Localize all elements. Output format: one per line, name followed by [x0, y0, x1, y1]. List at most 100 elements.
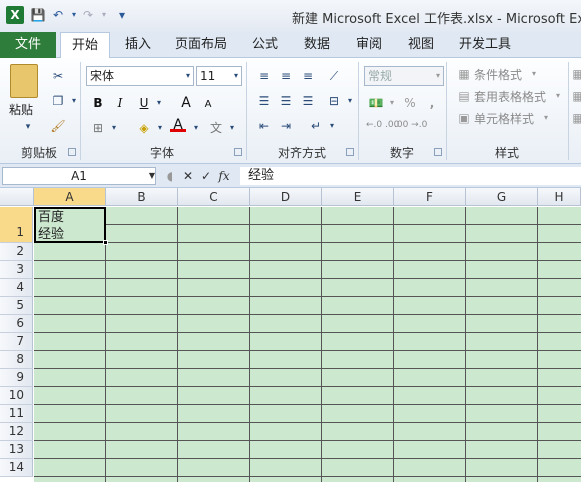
- delete-cells-icon[interactable]: ▦: [570, 88, 581, 104]
- tab-view[interactable]: 视图: [400, 32, 442, 58]
- paste-icon[interactable]: [10, 64, 38, 98]
- cell-styles-icon[interactable]: ▣: [456, 110, 472, 126]
- column-header[interactable]: C: [178, 188, 250, 206]
- column-header[interactable]: G: [466, 188, 538, 206]
- column-header[interactable]: E: [322, 188, 394, 206]
- row-header[interactable]: 7: [0, 333, 33, 351]
- format-painter-icon[interactable]: 🖌: [50, 118, 66, 134]
- italic-icon[interactable]: I: [112, 95, 128, 111]
- currency-icon[interactable]: 💵: [368, 95, 384, 111]
- phonetic-icon[interactable]: 文: [208, 120, 224, 136]
- tab-developer[interactable]: 开发工具: [452, 32, 518, 58]
- increase-font-icon[interactable]: A: [178, 95, 194, 111]
- wrap-text-icon[interactable]: ↵: [308, 118, 324, 134]
- alignment-launcher-icon[interactable]: [346, 148, 354, 156]
- phonetic-dropdown-icon[interactable]: ▾: [224, 120, 240, 136]
- align-left-icon[interactable]: ☰: [256, 93, 272, 109]
- save-icon[interactable]: 💾: [30, 7, 46, 23]
- clipboard-launcher-icon[interactable]: [68, 148, 76, 156]
- format-cells-icon[interactable]: ▦: [570, 110, 581, 126]
- row-header[interactable]: 6: [0, 315, 33, 333]
- copy-icon[interactable]: ❐: [50, 93, 66, 109]
- font-size-dropdown-icon[interactable]: ▾: [228, 68, 244, 84]
- enter-icon[interactable]: ✓: [198, 168, 214, 184]
- cancel-icon[interactable]: ✕: [180, 168, 196, 184]
- select-all-corner[interactable]: [0, 188, 34, 206]
- column-header[interactable]: H: [538, 188, 581, 206]
- column-header[interactable]: B: [106, 188, 178, 206]
- tab-file[interactable]: 文件: [0, 32, 56, 58]
- borders-icon[interactable]: ⊞: [90, 120, 106, 136]
- name-box[interactable]: A1: [2, 167, 156, 185]
- row-header[interactable]: 10: [0, 387, 33, 405]
- row-header[interactable]: 11: [0, 405, 33, 423]
- insert-cells-icon[interactable]: ▦: [570, 66, 581, 82]
- percent-icon[interactable]: %: [402, 95, 418, 111]
- currency-dropdown-icon[interactable]: ▾: [384, 95, 400, 111]
- formula-input[interactable]: 经验: [240, 167, 581, 185]
- row-header[interactable]: 2: [0, 243, 33, 261]
- column-header[interactable]: A: [34, 188, 106, 206]
- number-format-dropdown-icon[interactable]: ▾: [430, 68, 446, 84]
- name-box-dropdown-icon[interactable]: ▼: [144, 168, 160, 184]
- row-header[interactable]: 1: [0, 207, 33, 243]
- column-header[interactable]: F: [394, 188, 466, 206]
- fill-color-dropdown-icon[interactable]: ▾: [152, 120, 168, 136]
- cell-styles-dropdown-icon[interactable]: ▾: [538, 110, 554, 126]
- tab-page-layout[interactable]: 页面布局: [168, 32, 234, 58]
- font-color-icon[interactable]: A: [170, 118, 186, 132]
- fill-handle[interactable]: [103, 240, 108, 245]
- paste-dropdown-icon[interactable]: ▾: [20, 119, 36, 135]
- number-launcher-icon[interactable]: [434, 148, 442, 156]
- formula-expand-icon[interactable]: ◖: [162, 168, 178, 184]
- underline-icon[interactable]: U: [136, 95, 152, 111]
- decrease-font-icon[interactable]: A: [200, 97, 216, 113]
- customize-quick-access-icon[interactable]: ▾: [114, 7, 130, 23]
- fill-color-icon[interactable]: ◈: [136, 120, 152, 136]
- align-right-icon[interactable]: ☰: [300, 93, 316, 109]
- increase-indent-icon[interactable]: ⇥: [278, 118, 294, 134]
- underline-dropdown-icon[interactable]: ▾: [151, 95, 167, 111]
- row-header[interactable]: 8: [0, 351, 33, 369]
- borders-dropdown-icon[interactable]: ▾: [106, 120, 122, 136]
- tab-review[interactable]: 审阅: [348, 32, 390, 58]
- font-name-select[interactable]: 宋体: [86, 66, 194, 86]
- row-header[interactable]: 9: [0, 369, 33, 387]
- tab-formulas[interactable]: 公式: [244, 32, 286, 58]
- merge-center-icon[interactable]: ⊟: [326, 93, 342, 109]
- conditional-format-dropdown-icon[interactable]: ▾: [526, 66, 542, 82]
- align-bottom-icon[interactable]: ≡: [300, 68, 316, 84]
- format-as-table-dropdown-icon[interactable]: ▾: [550, 88, 566, 104]
- cut-icon[interactable]: ✂: [50, 68, 66, 84]
- decrease-indent-icon[interactable]: ⇤: [256, 118, 272, 134]
- cell-area[interactable]: [34, 207, 581, 482]
- row-header[interactable]: 13: [0, 441, 33, 459]
- row-header[interactable]: 4: [0, 279, 33, 297]
- conditional-format-button[interactable]: 条件格式: [474, 66, 522, 83]
- font-launcher-icon[interactable]: [234, 148, 242, 156]
- font-color-dropdown-icon[interactable]: ▾: [188, 120, 204, 136]
- tab-data[interactable]: 数据: [296, 32, 338, 58]
- undo-icon[interactable]: ↶: [50, 7, 66, 23]
- row-header[interactable]: 14: [0, 459, 33, 477]
- comma-icon[interactable]: ,: [424, 95, 440, 111]
- tab-home[interactable]: 开始: [60, 32, 110, 59]
- font-name-dropdown-icon[interactable]: ▾: [180, 68, 196, 84]
- merge-dropdown-icon[interactable]: ▾: [342, 93, 358, 109]
- align-middle-icon[interactable]: ≡: [278, 68, 294, 84]
- row-header[interactable]: 3: [0, 261, 33, 279]
- format-as-table-button[interactable]: 套用表格格式: [474, 88, 546, 105]
- row-header[interactable]: 5: [0, 297, 33, 315]
- cell-a1[interactable]: 百度 经验: [34, 207, 106, 243]
- conditional-format-icon[interactable]: ▦: [456, 66, 472, 82]
- column-header[interactable]: D: [250, 188, 322, 206]
- decrease-decimal-icon[interactable]: .00 →.0: [394, 120, 427, 130]
- paste-button-label[interactable]: 粘贴: [9, 101, 33, 118]
- orientation-icon[interactable]: ⟋: [326, 68, 342, 84]
- redo-dropdown-icon[interactable]: ▾: [96, 7, 112, 23]
- format-as-table-icon[interactable]: ▤: [456, 88, 472, 104]
- row-header[interactable]: 12: [0, 423, 33, 441]
- cell-styles-button[interactable]: 单元格样式: [474, 110, 534, 127]
- tab-insert[interactable]: 插入: [116, 32, 160, 58]
- wrap-dropdown-icon[interactable]: ▾: [324, 118, 340, 134]
